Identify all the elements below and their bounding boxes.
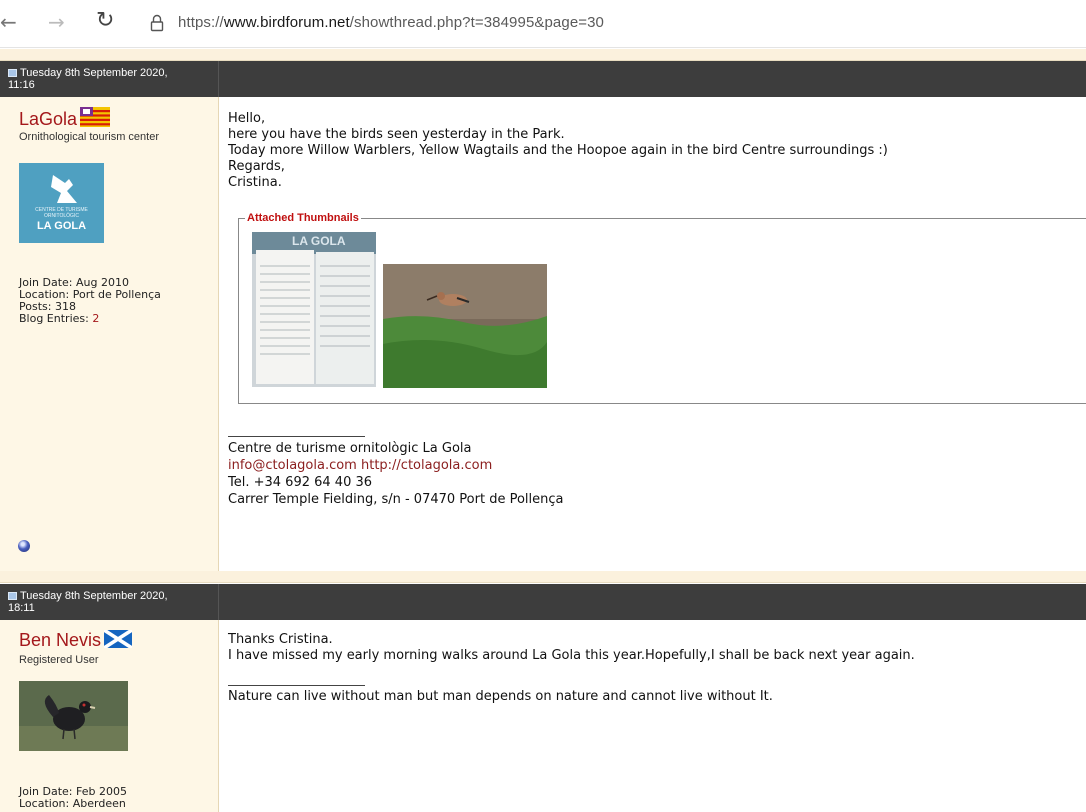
message-line: here you have the birds seen yesterday i… xyxy=(228,127,565,142)
url-host: www.birdforum.net xyxy=(223,14,350,31)
scotland-flag-icon xyxy=(104,630,133,648)
post-icon xyxy=(8,69,17,77)
message-column: Hello, here you have the birds seen yest… xyxy=(219,97,1086,571)
signature-divider xyxy=(228,436,365,437)
message-line: Today more Willow Warblers, Yellow Wagta… xyxy=(228,143,888,158)
message-line: Cristina. xyxy=(228,175,282,190)
signature-name: Centre de turisme ornitològic La Gola xyxy=(228,441,472,456)
page-strip xyxy=(0,49,1086,61)
back-arrow-icon[interactable]: ← xyxy=(0,10,17,34)
signature-website-link[interactable]: http://ctolagola.com xyxy=(361,458,492,473)
user-column: Ben Nevis Registered User Join Date: Feb… xyxy=(0,620,219,812)
post-date-line1: Tuesday 8th September 2020, xyxy=(20,590,168,602)
attachments-legend: Attached Thumbnails xyxy=(247,212,359,224)
post: LaGola Ornithological tourism center CEN… xyxy=(0,97,1086,571)
avatar-subtitle: CENTRE DE TURISME ORNITOLÒGIC xyxy=(35,207,88,219)
checklist-photo-icon xyxy=(252,232,376,387)
forward-arrow-icon[interactable]: → xyxy=(48,10,65,34)
username[interactable]: Ben Nevis xyxy=(19,630,101,650)
capercaillie-avatar-icon xyxy=(19,681,128,751)
user-info: Join Date: Aug 2010 Location: Port de Po… xyxy=(19,277,161,325)
signature-contact: info@ctolagola.com http://ctolagola.com xyxy=(228,457,563,474)
reload-icon[interactable]: ↻ xyxy=(96,8,114,33)
message-line: I have missed my early morning walks aro… xyxy=(228,648,915,663)
username[interactable]: LaGola xyxy=(19,109,77,129)
message-line: Regards, xyxy=(228,159,285,174)
signature-address: Carrer Temple Fielding, s/n - 07470 Port… xyxy=(228,492,564,507)
post-date-line2: 18:11 xyxy=(8,602,35,614)
post-date-line2: 11:16 xyxy=(8,79,35,91)
post-header: Tuesday 8th September 2020, 18:11 xyxy=(0,584,1086,620)
hoopoe-photo-icon xyxy=(383,264,547,388)
avatar[interactable] xyxy=(19,681,128,751)
lock-icon[interactable] xyxy=(150,14,164,32)
balearic-islands-flag-icon xyxy=(80,107,111,127)
thumbnail-caption: LA GOLA xyxy=(292,234,346,248)
user-title: Ornithological tourism center xyxy=(19,131,160,143)
blog-entries-link[interactable]: 2 xyxy=(92,312,99,325)
message-column: Thanks Cristina. I have missed my early … xyxy=(219,620,1086,812)
url-prefix: https:// xyxy=(178,14,224,31)
online-status-icon xyxy=(18,540,30,552)
user-title: Registered User xyxy=(19,654,99,666)
header-divider xyxy=(218,61,219,97)
signature-phone: Tel. +34 692 64 40 36 xyxy=(228,475,373,490)
attachment-thumbnail-checklist[interactable]: LA GOLA xyxy=(252,232,376,387)
signature-email-link[interactable]: info@ctolagola.com xyxy=(228,458,357,473)
post-header: Tuesday 8th September 2020, 11:16 xyxy=(0,61,1086,97)
message-line: Thanks Cristina. xyxy=(228,632,333,647)
blog-entries: Blog Entries: 2 xyxy=(19,313,161,325)
post: Ben Nevis Registered User Join Date: Feb… xyxy=(0,620,1086,812)
browser-toolbar: ← → ↻ https://www.birdforum.net/showthre… xyxy=(0,0,1086,48)
message-body: Hello, here you have the birds seen yest… xyxy=(228,111,888,191)
username-link[interactable]: Ben Nevis xyxy=(19,630,133,651)
avatar-title: LA GOLA xyxy=(36,220,87,232)
url-path: /showthread.php?t=384995&page=30 xyxy=(349,14,605,31)
blog-entries-label: Blog Entries: xyxy=(19,312,93,325)
message-body: Thanks Cristina. I have missed my early … xyxy=(228,632,915,664)
signature: Centre de turisme ornitològic La Gola in… xyxy=(228,440,563,508)
header-divider xyxy=(218,584,219,620)
post-icon xyxy=(8,592,17,600)
attachment-thumbnail-hoopoe[interactable] xyxy=(383,264,547,388)
location: Location: Aberdeen xyxy=(19,797,126,810)
message-line: Hello, xyxy=(228,111,266,126)
user-info: Join Date: Feb 2005 Location: Aberdeen xyxy=(19,786,127,810)
user-column: LaGola Ornithological tourism center CEN… xyxy=(0,97,219,571)
post-date: Tuesday 8th September 2020, 11:16 xyxy=(8,67,208,91)
signature: Nature can live without man but man depe… xyxy=(228,689,773,704)
post-separator xyxy=(0,571,1086,583)
address-bar[interactable]: https://www.birdforum.net/showthread.php… xyxy=(178,14,604,31)
username-link[interactable]: LaGola xyxy=(19,107,111,130)
post-date-line1: Tuesday 8th September 2020, xyxy=(20,67,168,79)
post-date: Tuesday 8th September 2020, 18:11 xyxy=(8,590,208,614)
signature-divider xyxy=(228,685,365,686)
avatar[interactable]: CENTRE DE TURISME ORNITOLÒGIC LA GOLA xyxy=(19,163,104,243)
